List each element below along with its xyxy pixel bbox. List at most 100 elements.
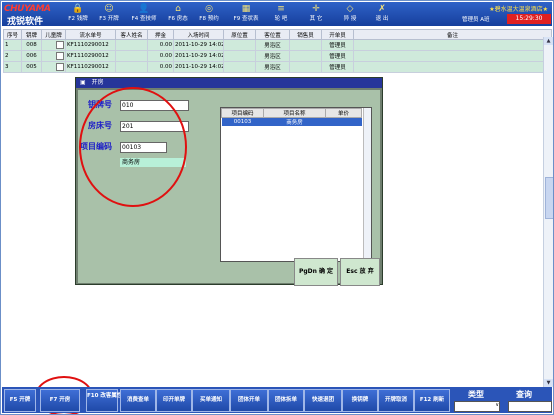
cell-serial: KF1110290012 [65,50,116,62]
swap-button[interactable]: ◇ 异 授 [338,4,362,25]
logo-brand: CHUYAMA [4,4,51,14]
cell-key: 006 [21,50,42,62]
col-header[interactable]: 钥牌 [21,29,42,40]
logo-company: 戎锐软件 [7,17,44,27]
cell-guest-pos: 男浴区 [255,39,290,51]
col-header[interactable]: 原位置 [223,29,256,40]
cell-time: 2011-10-29 14:02 [173,61,224,73]
table-row[interactable]: 3 005 KF1110290012 0.00 2011-10-29 14:02… [3,61,552,73]
cell-operator: 管理员 [321,39,354,51]
consumption-query-button[interactable]: 消费查单 [120,389,156,412]
col-header[interactable]: 备注 [353,29,552,40]
f12-refresh-button[interactable]: F12 刷新 [414,389,450,412]
cell-child-checkbox[interactable] [41,61,66,73]
cell-orig-pos [223,50,256,62]
cell-guest-pos: 男浴区 [255,50,290,62]
cell-index: 3 [3,61,22,73]
sync-button[interactable]: ≡ 轮 吧 [269,4,293,25]
f2-key-button[interactable]: 🔒 F2 钱牌 [64,4,92,25]
cell-child-checkbox[interactable] [41,39,66,51]
cell-serial: KF1110290012 [65,39,116,51]
cell-orig-pos [223,39,256,51]
print-open-button[interactable]: 印开单牌 [156,389,192,412]
cell-guest-pos: 男浴区 [255,61,290,73]
app-logo: CHUYAMA 戎锐软件 [4,4,60,27]
quick-return-button[interactable]: 快速退团 [304,389,342,412]
cancel-button[interactable]: Esc 放 弃 [340,258,380,286]
col-header[interactable]: 流水单号 [65,29,116,40]
type-select[interactable]: ∨ [454,401,500,412]
f8-booking-button[interactable]: ◎ F8 预约 [194,4,224,25]
scroll-thumb[interactable] [545,177,553,219]
guest-grid: 序号 钥牌 儿童牌 流水单号 客人姓名 押金 入场时间 原位置 客位置 销售员 … [3,29,552,73]
checkbox[interactable] [56,52,64,60]
f9-label: F9 查状表 [233,16,259,22]
clock: 15:29:30 [507,14,551,24]
lock-icon: 🔒 [72,4,84,14]
scroll-down-icon[interactable]: ▼ [544,379,553,387]
confirm-button[interactable]: PgDn 确 定 [294,258,338,286]
col-header[interactable]: 客位置 [255,29,290,40]
col-header[interactable]: 单价 [325,108,362,118]
cell-guest [115,39,148,51]
f7-open-room-button[interactable]: F7 开房 [40,389,80,412]
group-open-button[interactable]: 团体开单 [230,389,268,412]
f6-room-status-button[interactable]: ⌂ F6 房态 [164,4,192,25]
item-code-cell: 00103 [221,117,264,126]
cell-orig-pos [223,61,256,73]
exit-button[interactable]: ✗ 退 出 [370,4,394,25]
scroll-up-icon[interactable]: ▲ [544,37,553,45]
cell-operator: 管理员 [321,61,354,73]
item-list[interactable]: 项目编码 项目名称 单价 00103 商务房 [220,107,372,262]
col-header[interactable]: 项目名称 [263,108,326,118]
f9-status-table-button[interactable]: ▦ F9 查状表 [227,4,265,25]
item-list-table: 项目编码 项目名称 单价 00103 商务房 [221,108,362,126]
checkbox[interactable] [56,63,64,71]
cell-deposit: 0.00 [147,61,174,73]
f10-change-attr-button[interactable]: F10 改客属性 [86,389,122,412]
cell-remark [353,50,552,62]
item-price-cell [325,117,362,126]
sync-label: 轮 吧 [274,16,288,22]
f3-open-button[interactable]: ☺ F3 开牌 [94,4,124,25]
table-row[interactable]: 2 006 KF1110290012 0.00 2011-10-29 14:02… [3,50,552,62]
col-header[interactable]: 开单员 [321,29,354,40]
other-button[interactable]: ✛ 其 它 [304,4,328,25]
cell-key: 008 [21,39,42,51]
item-list-scrollbar[interactable] [363,108,371,259]
col-header[interactable]: 入场时间 [173,29,224,40]
query-input[interactable] [508,401,552,412]
plus-icon: ✛ [312,4,320,14]
cell-index: 2 [3,50,22,62]
f5-open-key-button[interactable]: F5 开牌 [4,389,36,412]
list-item[interactable]: 00103 商务房 [221,117,362,126]
app-window: CHUYAMA 戎锐软件 🔒 F2 钱牌 ☺ F3 开牌 👤 F4 查技师 ⌂ … [0,0,554,415]
col-header[interactable]: 序号 [3,29,22,40]
cell-sales [289,50,322,62]
group-split-button[interactable]: 团体拆单 [268,389,304,412]
dialog-title-bar[interactable]: ▣ 开房 [76,78,382,88]
col-header[interactable]: 儿童牌 [41,29,66,40]
f4-technician-button[interactable]: 👤 F4 查技师 [126,4,162,25]
hotel-name: ★碧水温大温泉酒店★ [489,6,548,13]
checkout-notice-button[interactable]: 买单通知 [192,389,230,412]
col-header[interactable]: 押金 [147,29,174,40]
item-list-header: 项目编码 项目名称 单价 [221,108,362,118]
cancel-key-button[interactable]: 开牌取消 [378,389,414,412]
cell-operator: 管理员 [321,50,354,62]
change-key-button[interactable]: 换钥牌 [342,389,378,412]
checkbox[interactable] [56,41,64,49]
cell-deposit: 0.00 [147,50,174,62]
f6-label: F6 房态 [168,16,188,22]
dialog-title: 开房 [91,79,104,86]
user-shift: A班 [480,17,490,23]
annotation-ellipse-form [79,87,187,207]
f2-label: F2 钱牌 [68,16,88,22]
cell-child-checkbox[interactable] [41,50,66,62]
table-row[interactable]: 1 008 KF1110290012 0.00 2011-10-29 14:02… [3,39,552,51]
cell-key: 005 [21,61,42,73]
col-header[interactable]: 客人姓名 [115,29,148,40]
col-header[interactable]: 项目编码 [221,108,264,118]
grid-scrollbar[interactable]: ▲ ▼ [543,37,553,387]
col-header[interactable]: 销售员 [289,29,322,40]
